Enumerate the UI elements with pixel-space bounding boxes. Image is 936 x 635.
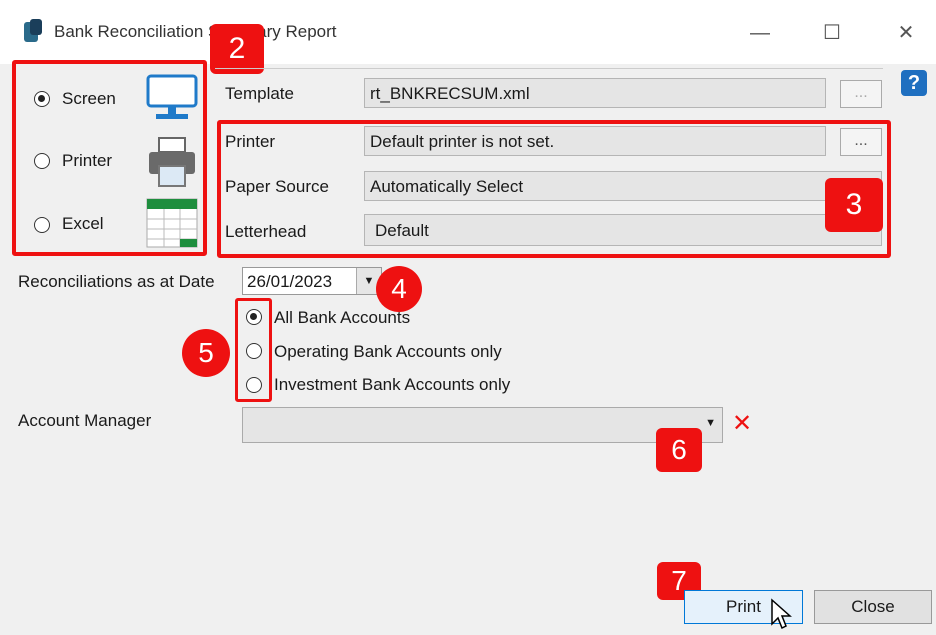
- radio-operating-accounts-label[interactable]: Operating Bank Accounts only: [274, 342, 502, 362]
- maximize-button[interactable]: ☐: [812, 18, 852, 48]
- account-manager-select[interactable]: ▼: [242, 407, 723, 443]
- template-field[interactable]: rt_BNKRECSUM.xml: [364, 78, 826, 108]
- close-window-button[interactable]: ✕: [886, 18, 926, 48]
- date-value: 26/01/2023: [247, 272, 333, 291]
- radio-all-accounts-label[interactable]: All Bank Accounts: [274, 308, 410, 328]
- account-manager-dropdown-icon[interactable]: ▼: [705, 417, 716, 429]
- radio-all-accounts[interactable]: [246, 309, 262, 325]
- printer-label: Printer: [225, 132, 276, 151]
- radio-excel[interactable]: [34, 217, 50, 233]
- date-picker[interactable]: 26/01/2023 ▼: [242, 267, 382, 295]
- date-label: Reconciliations as at Date: [18, 272, 215, 291]
- template-browse-button[interactable]: ...: [840, 80, 882, 108]
- radio-printer[interactable]: [34, 153, 50, 169]
- settings-frame-line: [215, 68, 883, 69]
- cursor-icon: [771, 598, 792, 630]
- radio-screen[interactable]: [34, 91, 50, 107]
- radio-operating-accounts[interactable]: [246, 343, 262, 359]
- radio-printer-label[interactable]: Printer: [62, 151, 112, 171]
- app-logo-icon: [24, 19, 42, 42]
- clear-icon[interactable]: ✕: [732, 412, 752, 436]
- radio-screen-label[interactable]: Screen: [62, 89, 116, 109]
- close-button[interactable]: Close: [814, 590, 932, 624]
- letterhead-label: Letterhead: [225, 222, 307, 241]
- spreadsheet-icon: [146, 198, 198, 248]
- account-manager-label: Account Manager: [18, 411, 152, 430]
- radio-investment-accounts-label[interactable]: Investment Bank Accounts only: [274, 375, 510, 395]
- paper-source-select[interactable]: Automatically Select: [364, 171, 882, 201]
- window-title: Bank Reconciliation Summary Report: [54, 22, 337, 41]
- help-icon[interactable]: ?: [901, 70, 927, 96]
- template-label: Template: [225, 84, 294, 103]
- callout-badge-2: 2: [210, 24, 264, 74]
- printer-icon: [149, 137, 195, 187]
- callout-badge-3: 3: [825, 178, 883, 232]
- minimize-button[interactable]: —: [740, 18, 780, 48]
- radio-investment-accounts[interactable]: [246, 377, 262, 393]
- callout-badge-5: 5: [182, 329, 230, 377]
- letterhead-select[interactable]: Default: [364, 214, 882, 246]
- monitor-icon: [146, 74, 198, 119]
- callout-badge-6: 6: [656, 428, 702, 472]
- radio-excel-label[interactable]: Excel: [62, 214, 104, 234]
- printer-field[interactable]: Default printer is not set.: [364, 126, 826, 156]
- paper-source-label: Paper Source: [225, 177, 329, 196]
- printer-browse-button[interactable]: ...: [840, 128, 882, 156]
- title-bar: Bank Reconciliation Summary Report — ☐ ✕: [0, 0, 936, 64]
- callout-badge-4: 4: [376, 266, 422, 312]
